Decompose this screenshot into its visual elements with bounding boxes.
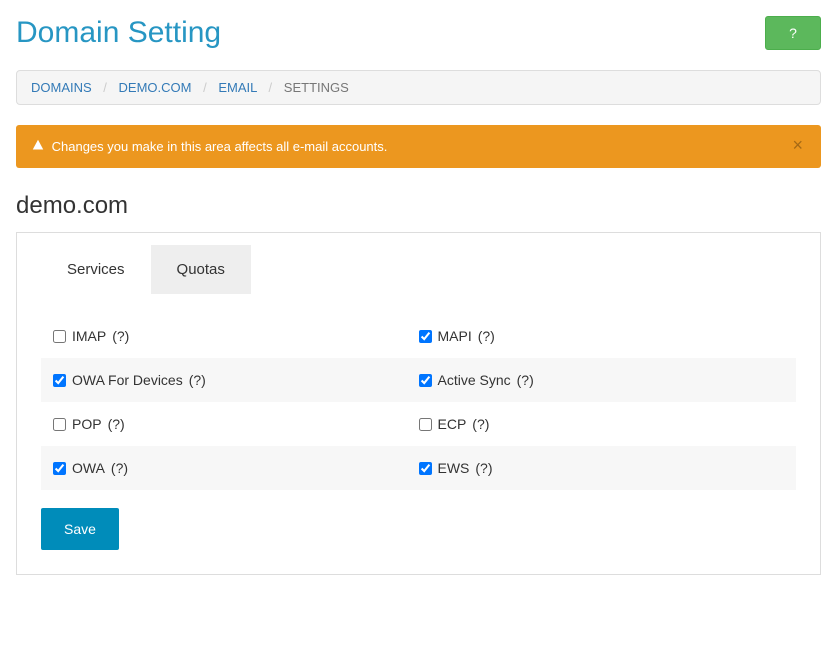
- alert-close-button[interactable]: ×: [786, 135, 809, 155]
- save-button[interactable]: Save: [41, 508, 119, 550]
- alert-text: Changes you make in this area affects al…: [52, 139, 388, 154]
- settings-panel: Services Quotas IMAP (?) MAPI (?) OWA Fo…: [16, 232, 821, 575]
- service-ews[interactable]: EWS (?): [419, 460, 785, 476]
- ecp-checkbox[interactable]: [419, 418, 432, 431]
- help-button[interactable]: ?: [765, 16, 821, 50]
- ews-help[interactable]: (?): [475, 460, 492, 476]
- breadcrumb: DOMAINS / DEMO.COM / EMAIL / SETTINGS: [16, 70, 821, 105]
- imap-label: IMAP: [72, 328, 106, 344]
- close-icon: ×: [792, 135, 803, 155]
- activesync-help[interactable]: (?): [517, 372, 534, 388]
- table-row: OWA (?) EWS (?): [41, 446, 796, 490]
- pop-help[interactable]: (?): [108, 416, 125, 432]
- breadcrumb-sep: /: [261, 80, 281, 95]
- ews-checkbox[interactable]: [419, 462, 432, 475]
- table-row: OWA For Devices (?) Active Sync (?): [41, 358, 796, 402]
- owa-label: OWA: [72, 460, 105, 476]
- owa-devices-help[interactable]: (?): [189, 372, 206, 388]
- tab-services[interactable]: Services: [41, 245, 151, 294]
- owa-help[interactable]: (?): [111, 460, 128, 476]
- alert-warning: Changes you make in this area affects al…: [16, 125, 821, 168]
- breadcrumb-domains[interactable]: DOMAINS: [31, 80, 92, 95]
- breadcrumb-domain[interactable]: DEMO.COM: [119, 80, 192, 95]
- page-title: Domain Setting: [16, 16, 221, 50]
- mapi-help[interactable]: (?): [478, 328, 495, 344]
- ews-label: EWS: [438, 460, 470, 476]
- tab-quotas[interactable]: Quotas: [151, 245, 251, 294]
- service-owa-devices[interactable]: OWA For Devices (?): [53, 372, 419, 388]
- warning-icon: [32, 139, 44, 154]
- owa-checkbox[interactable]: [53, 462, 66, 475]
- service-pop[interactable]: POP (?): [53, 416, 419, 432]
- services-grid: IMAP (?) MAPI (?) OWA For Devices (?) Ac…: [41, 314, 796, 490]
- mapi-checkbox[interactable]: [419, 330, 432, 343]
- tab-list: Services Quotas: [41, 245, 796, 294]
- owa-devices-checkbox[interactable]: [53, 374, 66, 387]
- service-activesync[interactable]: Active Sync (?): [419, 372, 785, 388]
- breadcrumb-sep: /: [95, 80, 115, 95]
- ecp-label: ECP: [438, 416, 467, 432]
- ecp-help[interactable]: (?): [472, 416, 489, 432]
- table-row: IMAP (?) MAPI (?): [41, 314, 796, 358]
- service-ecp[interactable]: ECP (?): [419, 416, 785, 432]
- service-imap[interactable]: IMAP (?): [53, 328, 419, 344]
- imap-help[interactable]: (?): [112, 328, 129, 344]
- breadcrumb-sep: /: [195, 80, 215, 95]
- mapi-label: MAPI: [438, 328, 472, 344]
- imap-checkbox[interactable]: [53, 330, 66, 343]
- table-row: POP (?) ECP (?): [41, 402, 796, 446]
- service-owa[interactable]: OWA (?): [53, 460, 419, 476]
- activesync-label: Active Sync: [438, 372, 511, 388]
- pop-label: POP: [72, 416, 102, 432]
- domain-name-heading: demo.com: [16, 192, 821, 220]
- owa-devices-label: OWA For Devices: [72, 372, 183, 388]
- activesync-checkbox[interactable]: [419, 374, 432, 387]
- service-mapi[interactable]: MAPI (?): [419, 328, 785, 344]
- breadcrumb-email[interactable]: EMAIL: [218, 80, 257, 95]
- pop-checkbox[interactable]: [53, 418, 66, 431]
- breadcrumb-current: SETTINGS: [284, 80, 349, 95]
